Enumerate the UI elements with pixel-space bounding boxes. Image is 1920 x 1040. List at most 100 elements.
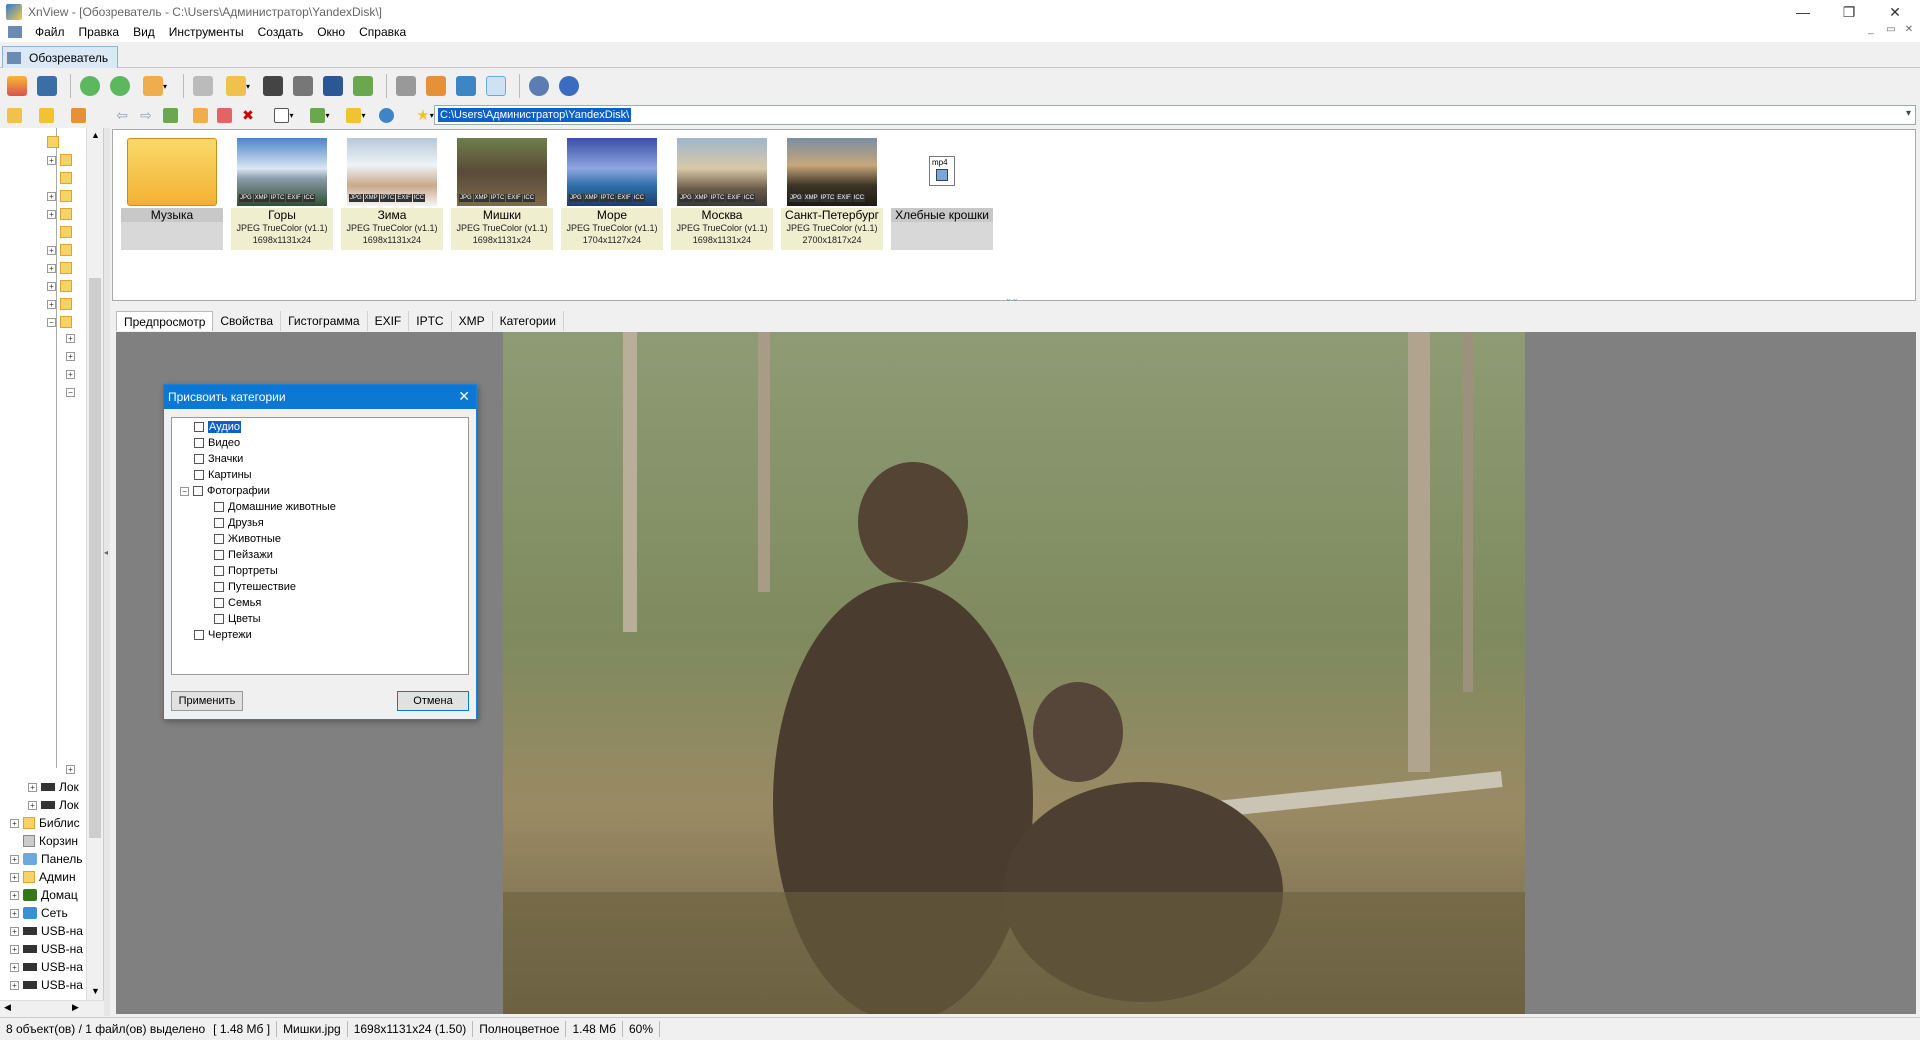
rename-button[interactable] (214, 105, 234, 125)
new-folder-button[interactable] (190, 105, 210, 125)
delete-button[interactable]: ✖ (238, 105, 258, 125)
apply-button[interactable]: Применить (171, 691, 243, 711)
expand-icon[interactable]: + (66, 334, 75, 343)
mdi-minimize-button[interactable]: _ (1862, 24, 1880, 40)
category-item[interactable]: Путешествие (214, 581, 296, 593)
category-item[interactable]: Животные (214, 533, 281, 545)
tree-folder[interactable]: + (66, 765, 79, 774)
thumbnail-item[interactable]: JPG XMP IPTC EXIF ICC Зима JPEG TrueColor (v… (341, 136, 443, 250)
tab-histogram[interactable]: Гистограмма (281, 311, 368, 331)
categories-panel-button[interactable] (68, 105, 88, 125)
tree-folder[interactable] (60, 226, 76, 238)
expand-icon[interactable]: + (47, 263, 56, 273)
thumbnail-item[interactable]: JPG XMP IPTC EXIF ICC Море JPEG TrueColor (v… (561, 136, 663, 250)
expand-icon[interactable]: + (10, 854, 19, 864)
expand-icon[interactable]: + (10, 926, 19, 936)
folders-panel-button[interactable] (4, 105, 24, 125)
expand-icon[interactable]: + (47, 245, 56, 255)
about-button[interactable] (556, 73, 582, 99)
open-folder-button[interactable]: ▾ (137, 73, 173, 99)
tree-folder[interactable]: + (47, 154, 76, 166)
thumbnail-item[interactable]: JPG XMP IPTC EXIF ICC Горы JPEG TrueColor (v… (231, 136, 333, 250)
minimize-button[interactable]: — (1780, 0, 1826, 24)
menu-help[interactable]: Справка (352, 25, 413, 39)
category-item[interactable]: Цветы (214, 613, 261, 625)
expand-icon[interactable]: + (10, 818, 19, 828)
category-checkbox[interactable] (214, 582, 224, 592)
forward-button[interactable]: ⇨ (136, 105, 156, 125)
chevron-right-icon[interactable]: ▶ (72, 1002, 79, 1013)
tree-folder[interactable]: + (47, 190, 76, 202)
tree-folder[interactable] (47, 136, 63, 148)
chevron-down-icon[interactable]: ▼ (91, 986, 100, 996)
tab-xmp[interactable]: XMP (451, 311, 493, 331)
category-item[interactable]: Пейзажи (214, 549, 273, 561)
web-page-button[interactable] (453, 73, 479, 99)
expand-icon[interactable]: + (66, 765, 75, 774)
category-checkbox[interactable] (214, 518, 224, 528)
category-checkbox[interactable] (214, 502, 224, 512)
address-path[interactable]: C:\Users\Администратор\YandexDisk\ (438, 108, 632, 122)
search-button[interactable] (260, 73, 286, 99)
tree-item-control-panel[interactable]: + Панель (10, 852, 82, 866)
category-item[interactable]: − Фотографии (180, 485, 270, 497)
filter-button[interactable]: ▾ (340, 105, 372, 125)
tree-vertical-scrollbar[interactable]: ▲ ▼ (86, 128, 103, 1000)
screen-capture-button[interactable] (393, 73, 419, 99)
thumbnail-item[interactable]: JPG XMP IPTC EXIF ICC Мишки JPEG TrueColor (… (451, 136, 553, 250)
close-button[interactable]: ✕ (1872, 0, 1918, 24)
refresh-button[interactable] (376, 105, 396, 125)
menu-view[interactable]: Вид (126, 25, 162, 39)
expand-icon[interactable]: + (47, 209, 56, 219)
tab-preview[interactable]: Предпросмотр (116, 311, 214, 331)
tree-folder[interactable]: + (47, 262, 76, 274)
menu-edit[interactable]: Правка (72, 25, 127, 39)
acquire-button[interactable] (190, 73, 216, 99)
category-checkbox[interactable] (214, 534, 224, 544)
fullscreen-button[interactable] (34, 73, 60, 99)
thumbnail-view[interactable]: Музыка JPG XMP IPTC EXIF ICC Горы JPEG TrueC… (112, 129, 1916, 303)
tab-browser[interactable]: Обозреватель (2, 46, 118, 68)
tree-folder[interactable]: + (47, 208, 76, 220)
expand-icon[interactable]: + (66, 370, 75, 379)
category-item[interactable]: Чертежи (194, 629, 252, 641)
expand-icon[interactable]: + (47, 155, 56, 165)
collapse-icon[interactable]: − (66, 388, 75, 397)
category-item[interactable]: Друзья (214, 517, 264, 529)
wallpaper-button[interactable] (423, 73, 449, 99)
browser-button[interactable] (4, 73, 30, 99)
category-checkbox[interactable] (214, 550, 224, 560)
categories-tree[interactable]: Аудио Видео Значки Картины − Фотографии Д… (171, 417, 469, 675)
category-checkbox[interactable] (194, 630, 204, 640)
tree-item-local-disk[interactable]: + Лок (28, 798, 79, 812)
expand-icon[interactable]: + (28, 800, 37, 810)
chevron-left-icon[interactable]: ◀ (4, 1002, 11, 1013)
tree-item-usb[interactable]: + USB-на (10, 960, 83, 974)
menu-window[interactable]: Окно (310, 25, 352, 39)
category-item[interactable]: Семья (214, 597, 261, 609)
category-checkbox[interactable] (194, 438, 204, 448)
back-button[interactable]: ⇦ (112, 105, 132, 125)
tree-folder[interactable]: − (47, 316, 76, 328)
tree-folder[interactable]: − (66, 388, 79, 397)
maximize-button[interactable]: ❐ (1826, 0, 1872, 24)
batch-convert-button[interactable] (320, 73, 346, 99)
tree-folder[interactable]: + (47, 298, 76, 310)
settings-button[interactable] (526, 73, 552, 99)
category-item[interactable]: Значки (194, 453, 243, 465)
tab-iptc[interactable]: IPTC (409, 311, 452, 331)
folder-tree[interactable]: + + + + + + + − + + + − + + Лок + Лок + Биб… (0, 128, 104, 1016)
print-button[interactable] (290, 73, 316, 99)
tree-folder[interactable]: + (66, 352, 79, 361)
tree-item-recycle-bin[interactable]: Корзин (23, 834, 78, 848)
collapse-handle-icon[interactable]: ◂ (104, 548, 108, 557)
category-checkbox[interactable] (194, 470, 204, 480)
tab-exif[interactable]: EXIF (367, 311, 410, 331)
tree-folder[interactable] (60, 172, 76, 184)
category-checkbox[interactable] (214, 598, 224, 608)
category-item[interactable]: Портреты (214, 565, 278, 577)
tree-item-admin[interactable]: + Админ (10, 870, 76, 884)
panel-splitter[interactable]: ◂ (104, 128, 110, 1016)
tree-folder[interactable]: + (66, 334, 79, 343)
category-item[interactable]: Домашние животные (214, 501, 336, 513)
